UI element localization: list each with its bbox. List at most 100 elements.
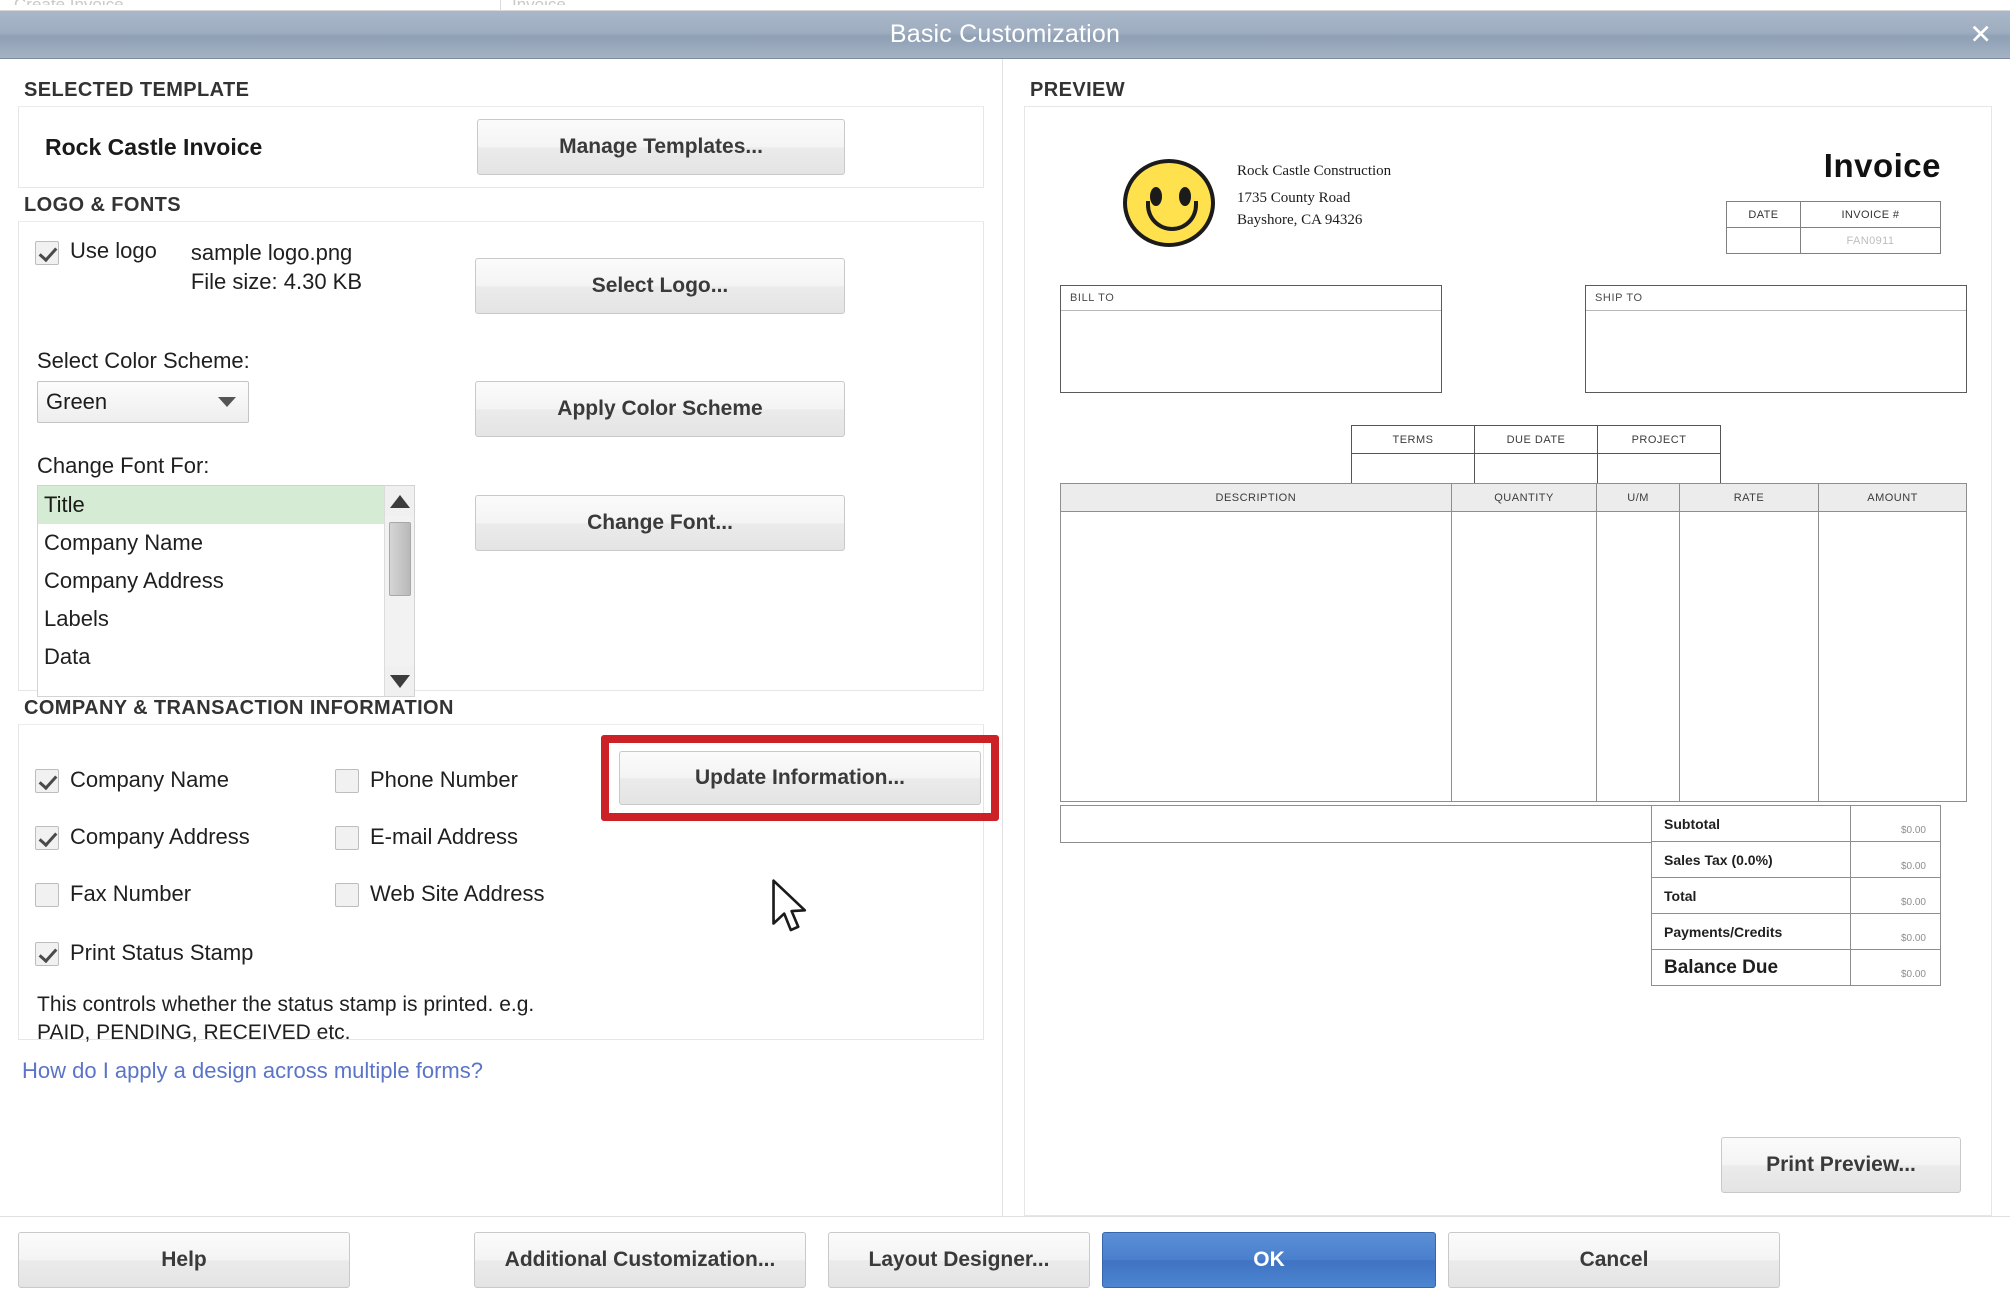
update-information-button[interactable]: Update Information... — [619, 751, 981, 805]
table-row: Subtotal $0.00 — [1651, 805, 1941, 842]
design-across-forms-link[interactable]: How do I apply a design across multiple … — [22, 1058, 984, 1084]
close-icon[interactable]: ✕ — [1969, 21, 1992, 48]
phone-number-checkbox[interactable] — [335, 769, 359, 793]
fax-number-label: Fax Number — [70, 880, 192, 906]
description-header-cell: DESCRIPTION — [1060, 483, 1452, 512]
cancel-button[interactable]: Cancel — [1448, 1231, 1780, 1288]
select-logo-button[interactable]: Select Logo... — [475, 258, 845, 314]
apply-color-scheme-button[interactable]: Apply Color Scheme — [475, 381, 845, 437]
logo-fonts-box: Use logo sample logo.png File size: 4.30… — [18, 221, 984, 698]
color-scheme-select[interactable]: Green — [37, 381, 249, 424]
company-transaction-box: Company Name Company Address Fax Number — [18, 724, 999, 1044]
invoice-preview: Rock Castle Construction 1735 County Roa… — [1055, 133, 1967, 1189]
selected-template-box: Rock Castle Invoice Manage Templates... — [18, 106, 984, 188]
fax-number-checkbox[interactable] — [35, 883, 59, 907]
change-font-button[interactable]: Change Font... — [475, 495, 845, 551]
checkbox-row: Company Name — [35, 751, 335, 808]
selected-template-name: Rock Castle Invoice — [45, 133, 263, 160]
list-item[interactable]: Data — [38, 638, 414, 676]
total-amount: $0.00 — [1850, 877, 1941, 914]
settings-pane: SELECTED TEMPLATE Rock Castle Invoice Ma… — [0, 59, 1002, 1216]
invoice-company-address-line-1: 1735 County Road — [1237, 190, 1351, 207]
preview-pane: PREVIEW Rock Castle Construction 1735 Co… — [1002, 59, 2010, 1216]
rate-header-cell: RATE — [1678, 483, 1820, 512]
email-address-label: E-mail Address — [370, 823, 518, 849]
font-target-listbox[interactable]: Title Company Name Company Address Label… — [37, 485, 415, 698]
logo-fonts-section-label: LOGO & FONTS — [24, 194, 182, 216]
payments-credits-amount: $0.00 — [1850, 913, 1941, 950]
table-row: Total $0.00 — [1651, 877, 1941, 914]
invoice-company-name: Rock Castle Construction — [1237, 163, 1392, 179]
table-row: DATE INVOICE # — [1726, 201, 1942, 228]
basic-customization-dialog: Basic Customization ✕ SELECTED TEMPLATE … — [0, 11, 2010, 1302]
use-logo-label: Use logo — [70, 238, 157, 263]
scroll-down-arrow-icon[interactable] — [385, 666, 414, 697]
checkbox-row: Company Address — [35, 808, 335, 865]
use-logo-checkbox[interactable] — [35, 241, 59, 265]
sales-tax-label: Sales Tax (0.0%) — [1651, 841, 1851, 878]
preview-box: Rock Castle Construction 1735 County Roa… — [1024, 106, 1992, 1216]
company-address-checkbox[interactable] — [35, 826, 59, 850]
quantity-body-cell — [1450, 511, 1598, 802]
invoice-no-value-cell: FAN0911 — [1799, 227, 1942, 254]
status-stamp-note: This controls whether the status stamp i… — [37, 991, 967, 1047]
checkbox-row: Phone Number — [335, 751, 635, 808]
status-stamp-note-line-1: This controls whether the status stamp i… — [37, 993, 535, 1016]
manage-templates-button[interactable]: Manage Templates... — [477, 119, 845, 175]
scrollbar-thumb[interactable] — [389, 522, 411, 597]
background-tab-left-label: Create Invoice — [14, 0, 124, 5]
ok-button[interactable]: OK — [1102, 1231, 1436, 1288]
invoice-no-header-cell: INVOICE # — [1799, 201, 1942, 228]
print-preview-button[interactable]: Print Preview... — [1721, 1137, 1961, 1193]
invoice-terms-table: TERMS DUE DATE PROJECT — [1351, 425, 1721, 490]
table-row: FAN0911 — [1726, 227, 1942, 254]
invoice-title: Invoice — [1823, 147, 1941, 184]
total-label: Total — [1651, 877, 1851, 914]
invoice-company-address-line-2: Bayshore, CA 94326 — [1237, 211, 1363, 228]
project-header-cell: PROJECT — [1597, 425, 1721, 454]
list-item[interactable]: Company Address — [38, 562, 414, 600]
email-address-checkbox[interactable] — [335, 826, 359, 850]
list-item[interactable]: Title — [38, 486, 414, 525]
company-address-label: Company Address — [70, 823, 250, 849]
font-list-scrollbar[interactable] — [384, 486, 414, 697]
company-transaction-right-column: Phone Number E-mail Address Web Site Add… — [335, 751, 635, 922]
balance-due-label: Balance Due — [1651, 949, 1851, 986]
company-transaction-left-column: Company Name Company Address Fax Number — [35, 751, 335, 922]
subtotal-amount: $0.00 — [1850, 805, 1941, 842]
ship-to-box: SHIP TO — [1585, 285, 1967, 393]
um-header-cell: U/M — [1596, 483, 1680, 512]
totals-left-rule — [1060, 805, 1651, 843]
checkbox-row: E-mail Address — [335, 808, 635, 865]
list-item[interactable]: Labels — [38, 600, 414, 638]
list-item[interactable]: Company Name — [38, 524, 414, 562]
checkbox-row: Fax Number — [35, 865, 335, 922]
dialog-titlebar: Basic Customization ✕ — [0, 11, 2010, 59]
company-name-checkbox[interactable] — [35, 769, 59, 793]
logo-file-size: File size: 4.30 KB — [190, 269, 363, 295]
print-status-stamp-row: Print Status Stamp — [35, 924, 967, 981]
scroll-up-arrow-icon[interactable] — [385, 486, 414, 517]
print-status-stamp-checkbox[interactable] — [35, 942, 59, 966]
rate-body-cell — [1678, 511, 1820, 802]
table-row — [1060, 511, 1967, 802]
website-address-label: Web Site Address — [370, 880, 545, 906]
phone-number-label: Phone Number — [370, 766, 518, 792]
ship-to-label: SHIP TO — [1586, 286, 1966, 311]
font-target-items: Title Company Name Company Address Label… — [38, 486, 414, 676]
layout-designer-button[interactable]: Layout Designer... — [828, 1231, 1090, 1288]
table-row: Sales Tax (0.0%) $0.00 — [1651, 841, 1941, 878]
description-body-cell — [1060, 511, 1452, 802]
bill-to-label: BILL TO — [1061, 286, 1441, 311]
additional-customization-button[interactable]: Additional Customization... — [474, 1231, 806, 1288]
background-tab-right-label: Invoice — [512, 0, 566, 5]
sales-tax-amount: $0.00 — [1850, 841, 1941, 878]
company-name-label: Company Name — [70, 766, 229, 792]
change-font-for-label: Change Font For: — [37, 453, 210, 479]
invoice-date-number-table: DATE INVOICE # FAN0911 — [1726, 201, 1942, 254]
selected-template-section-label: SELECTED TEMPLATE — [24, 79, 250, 101]
website-address-checkbox[interactable] — [335, 883, 359, 907]
terms-header-cell: TERMS — [1351, 425, 1475, 454]
bill-to-box: BILL TO — [1060, 285, 1442, 393]
help-button[interactable]: Help — [18, 1231, 350, 1288]
